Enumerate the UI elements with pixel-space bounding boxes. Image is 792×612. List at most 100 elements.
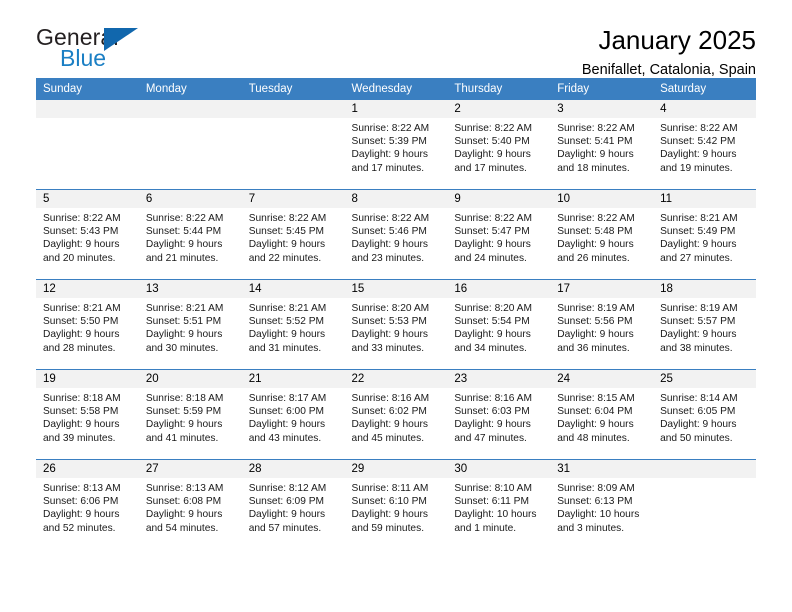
calendar-day-cell[interactable]: 15 Sunrise: 8:20 AM Sunset: 5:53 PM Dayligh… xyxy=(344,279,448,370)
calendar-day-cell[interactable]: 27 Sunrise: 8:13 AM Sunset: 6:08 PM Dayligh… xyxy=(138,459,242,549)
calendar-week-row: 19 Sunrise: 8:18 AM Sunset: 5:58 PM Dayligh… xyxy=(36,369,756,460)
daylight-text-line2: and 3 minutes. xyxy=(557,522,625,534)
calendar-day-cell[interactable]: 26 Sunrise: 8:13 AM Sunset: 6:06 PM Dayligh… xyxy=(36,459,139,549)
sunrise-text: Sunrise: 8:21 AM xyxy=(145,303,224,314)
daylight-text-line1: Daylight: 9 hours xyxy=(43,239,120,251)
daylight-text-line2: and 59 minutes. xyxy=(351,522,425,534)
day-details: Sunrise: 8:11 AM Sunset: 6:10 PM Daylight:… xyxy=(345,478,448,535)
daylight-text-line1: Daylight: 9 hours xyxy=(454,329,531,341)
calendar-day-cell[interactable]: 31 Sunrise: 8:09 AM Sunset: 6:13 PM Dayligh… xyxy=(550,459,654,549)
day-number: 16 xyxy=(447,280,551,298)
day-number: 7 xyxy=(241,190,345,208)
calendar-day-cell[interactable]: 22 Sunrise: 8:16 AM Sunset: 6:02 PM Dayligh… xyxy=(344,369,448,460)
calendar-day-cell[interactable]: 13 Sunrise: 8:21 AM Sunset: 5:51 PM Dayligh… xyxy=(138,279,242,370)
calendar-day-cell[interactable]: 9 Sunrise: 8:22 AM Sunset: 5:47 PM Daylight… xyxy=(447,189,551,280)
day-number: 26 xyxy=(36,460,139,478)
daylight-text-line2: and 24 minutes. xyxy=(454,252,527,264)
day-number: 6 xyxy=(138,190,242,208)
general-blue-logo[interactable]: General Blue xyxy=(36,26,138,70)
daylight-text-line1: Daylight: 9 hours xyxy=(557,149,634,161)
daylight-text-line1: Daylight: 9 hours xyxy=(454,239,531,251)
calendar-day-cell[interactable]: 30 Sunrise: 8:10 AM Sunset: 6:11 PM Dayligh… xyxy=(447,459,551,549)
day-number: 30 xyxy=(447,460,551,478)
calendar-day-cell[interactable]: 12 Sunrise: 8:21 AM Sunset: 5:50 PM Dayligh… xyxy=(36,279,139,370)
sunset-text: Sunset: 5:42 PM xyxy=(660,136,736,148)
daylight-text-line1: Daylight: 9 hours xyxy=(248,239,326,251)
sunrise-text: Sunrise: 8:22 AM xyxy=(454,213,532,224)
daylight-text-line1: Daylight: 10 hours xyxy=(557,509,640,521)
sunset-text: Sunset: 5:39 PM xyxy=(351,136,427,148)
calendar-day-cell[interactable]: 28 Sunrise: 8:12 AM Sunset: 6:09 PM Dayligh… xyxy=(241,459,345,549)
daylight-text-line2: and 21 minutes. xyxy=(145,252,219,264)
daylight-text-line2: and 26 minutes. xyxy=(557,252,630,264)
calendar-day-cell[interactable]: 14 Sunrise: 8:21 AM Sunset: 5:52 PM Dayligh… xyxy=(241,279,345,370)
daylight-text-line1: Daylight: 9 hours xyxy=(557,329,634,341)
daylight-text-line1: Daylight: 9 hours xyxy=(145,419,223,431)
sunset-text: Sunset: 5:44 PM xyxy=(145,226,222,238)
daylight-text-line2: and 52 minutes. xyxy=(43,522,116,534)
weekday-header-friday: Friday xyxy=(550,78,654,100)
day-number: 13 xyxy=(138,280,242,298)
day-details: Sunrise: 8:22 AM Sunset: 5:48 PM Daylight:… xyxy=(550,208,653,265)
daylight-text-line1: Daylight: 9 hours xyxy=(351,329,428,341)
calendar-day-cell[interactable]: 24 Sunrise: 8:15 AM Sunset: 6:04 PM Dayligh… xyxy=(550,369,654,460)
sunset-text: Sunset: 6:10 PM xyxy=(351,496,427,508)
sunrise-text: Sunrise: 8:17 AM xyxy=(248,393,327,404)
daylight-text-line1: Daylight: 9 hours xyxy=(145,329,223,341)
calendar-week-row: 1 Sunrise: 8:22 AM Sunset: 5:39 PM Daylight… xyxy=(36,100,756,190)
daylight-text-line2: and 45 minutes. xyxy=(351,432,425,444)
calendar-body: 1 Sunrise: 8:22 AM Sunset: 5:39 PM Daylight… xyxy=(36,100,756,549)
day-details: Sunrise: 8:22 AM Sunset: 5:42 PM Daylight:… xyxy=(653,118,756,175)
calendar-day-cell[interactable]: 7 Sunrise: 8:22 AM Sunset: 5:45 PM Daylight… xyxy=(241,189,345,280)
sunset-text: Sunset: 6:09 PM xyxy=(248,496,325,508)
calendar-day-cell[interactable]: 2 Sunrise: 8:22 AM Sunset: 5:40 PM Daylight… xyxy=(447,100,551,190)
calendar-day-cell[interactable]: 20 Sunrise: 8:18 AM Sunset: 5:59 PM Dayligh… xyxy=(138,369,242,460)
weekday-header-monday: Monday xyxy=(138,78,242,100)
calendar-day-cell[interactable]: 1 Sunrise: 8:22 AM Sunset: 5:39 PM Daylight… xyxy=(344,100,448,190)
sunset-text: Sunset: 5:54 PM xyxy=(454,316,530,328)
calendar-day-cell[interactable]: 19 Sunrise: 8:18 AM Sunset: 5:58 PM Dayligh… xyxy=(36,369,139,460)
calendar-day-cell[interactable]: 4 Sunrise: 8:22 AM Sunset: 5:42 PM Daylight… xyxy=(653,100,756,190)
daylight-text-line1: Daylight: 9 hours xyxy=(351,419,428,431)
weekday-header-saturday: Saturday xyxy=(653,78,756,100)
sunrise-text: Sunrise: 8:14 AM xyxy=(660,393,738,404)
sunrise-text: Sunrise: 8:15 AM xyxy=(557,393,635,404)
sunrise-text: Sunrise: 8:12 AM xyxy=(248,483,327,494)
day-number: 20 xyxy=(138,370,242,388)
calendar-day-cell[interactable]: 21 Sunrise: 8:17 AM Sunset: 6:00 PM Dayligh… xyxy=(241,369,345,460)
day-details: Sunrise: 8:16 AM Sunset: 6:03 PM Daylight:… xyxy=(447,388,550,445)
calendar-day-cell[interactable]: 8 Sunrise: 8:22 AM Sunset: 5:46 PM Daylight… xyxy=(344,189,448,280)
sunrise-text: Sunrise: 8:21 AM xyxy=(248,303,327,314)
daylight-text-line2: and 20 minutes. xyxy=(43,252,116,264)
calendar-day-cell[interactable]: 18 Sunrise: 8:19 AM Sunset: 5:57 PM Dayligh… xyxy=(653,279,756,370)
calendar-day-cell[interactable]: 25 Sunrise: 8:14 AM Sunset: 6:05 PM Dayligh… xyxy=(653,369,756,460)
calendar-day-cell[interactable]: 11 Sunrise: 8:21 AM Sunset: 5:49 PM Dayligh… xyxy=(653,189,756,280)
calendar-day-cell[interactable]: 5 Sunrise: 8:22 AM Sunset: 5:43 PM Daylight… xyxy=(36,189,139,280)
day-number: 14 xyxy=(241,280,345,298)
daylight-text-line2: and 19 minutes. xyxy=(660,162,733,174)
sunset-text: Sunset: 6:06 PM xyxy=(43,496,119,508)
sunset-text: Sunset: 5:45 PM xyxy=(248,226,325,238)
daylight-text-line1: Daylight: 9 hours xyxy=(557,419,634,431)
day-details: Sunrise: 8:13 AM Sunset: 6:06 PM Daylight:… xyxy=(36,478,139,535)
sunset-text: Sunset: 5:48 PM xyxy=(557,226,633,238)
calendar-day-cell[interactable]: 6 Sunrise: 8:22 AM Sunset: 5:44 PM Daylight… xyxy=(138,189,242,280)
day-number: 17 xyxy=(550,280,654,298)
daylight-text-line2: and 50 minutes. xyxy=(660,432,733,444)
day-details: Sunrise: 8:15 AM Sunset: 6:04 PM Daylight:… xyxy=(550,388,653,445)
calendar-day-cell[interactable]: 17 Sunrise: 8:19 AM Sunset: 5:56 PM Dayligh… xyxy=(550,279,654,370)
day-details: Sunrise: 8:22 AM Sunset: 5:46 PM Daylight:… xyxy=(345,208,448,265)
calendar-day-cell[interactable]: 10 Sunrise: 8:22 AM Sunset: 5:48 PM Dayligh… xyxy=(550,189,654,280)
calendar-day-cell[interactable]: 16 Sunrise: 8:20 AM Sunset: 5:54 PM Dayligh… xyxy=(447,279,551,370)
daylight-text-line1: Daylight: 9 hours xyxy=(43,329,120,341)
calendar-day-cell[interactable]: 23 Sunrise: 8:16 AM Sunset: 6:03 PM Dayligh… xyxy=(447,369,551,460)
day-number: 10 xyxy=(550,190,654,208)
sunrise-text: Sunrise: 8:20 AM xyxy=(351,303,430,314)
day-number: 21 xyxy=(241,370,345,388)
daylight-text-line2: and 18 minutes. xyxy=(557,162,630,174)
calendar-day-cell[interactable]: 3 Sunrise: 8:22 AM Sunset: 5:41 PM Daylight… xyxy=(550,100,654,190)
day-details: Sunrise: 8:21 AM Sunset: 5:49 PM Daylight:… xyxy=(653,208,756,265)
daylight-text-line2: and 43 minutes. xyxy=(248,432,322,444)
calendar-day-cell[interactable]: 29 Sunrise: 8:11 AM Sunset: 6:10 PM Dayligh… xyxy=(344,459,448,549)
day-details: Sunrise: 8:21 AM Sunset: 5:50 PM Daylight:… xyxy=(36,298,139,355)
